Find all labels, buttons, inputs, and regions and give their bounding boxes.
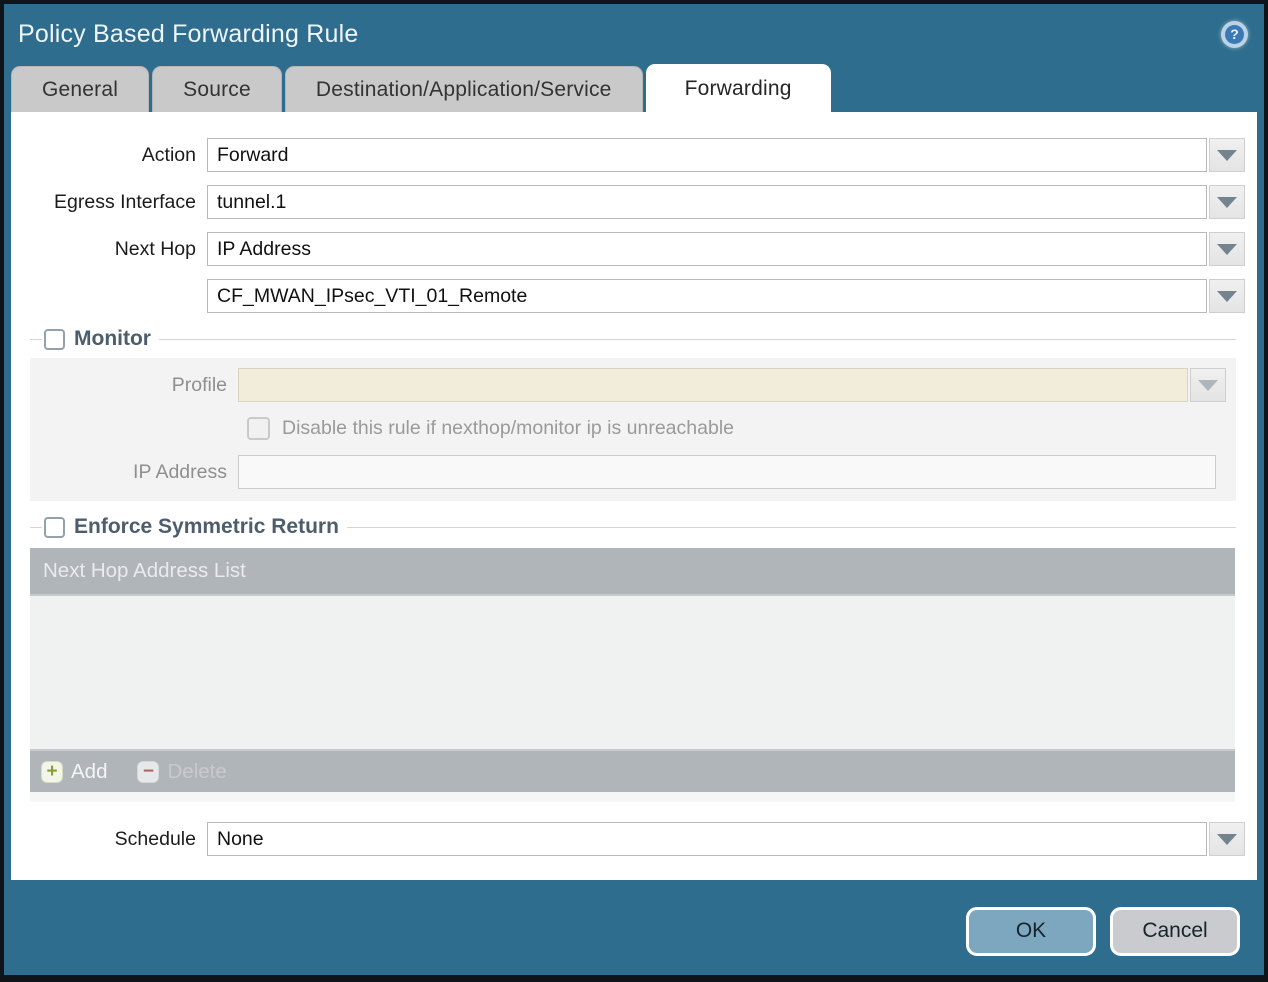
chevron-down-icon [1217, 833, 1237, 845]
monitor-ip-address-label: IP Address [133, 460, 227, 483]
dialog-titlebar: Policy Based Forwarding Rule ? [4, 4, 1264, 64]
dialog-title: Policy Based Forwarding Rule [18, 19, 359, 48]
monitor-group-title: Monitor [74, 327, 151, 350]
ok-button[interactable]: OK [966, 906, 1096, 956]
chevron-down-icon [1217, 196, 1237, 208]
schedule-label: Schedule [114, 827, 196, 850]
profile-label: Profile [171, 373, 227, 396]
egress-interface-select[interactable]: tunnel.1 [207, 185, 1207, 219]
add-button-label: Add [71, 759, 108, 783]
next-hop-address-table: Next Hop Address List + Add − Delete [30, 548, 1235, 802]
delete-button-label: Delete [167, 759, 227, 783]
chevron-down-icon [1217, 243, 1237, 255]
table-body-empty[interactable] [30, 596, 1235, 749]
chevron-down-icon [1217, 290, 1237, 302]
monitor-ip-address-input [238, 455, 1216, 489]
next-hop-type-select[interactable]: IP Address [207, 232, 1207, 266]
pbf-rule-dialog: Policy Based Forwarding Rule ? General S… [0, 0, 1268, 982]
egress-interface-label: Egress Interface [54, 190, 196, 213]
schedule-dropdown-button[interactable] [1209, 822, 1245, 856]
cancel-button[interactable]: Cancel [1110, 906, 1240, 956]
profile-dropdown-button [1190, 368, 1226, 402]
tab-general[interactable]: General [11, 66, 150, 112]
delete-button: − Delete [137, 759, 227, 784]
monitor-group: Monitor Profile Disable this rule if nex… [30, 327, 1236, 501]
monitor-checkbox[interactable] [44, 328, 65, 350]
help-icon-glyph: ? [1225, 24, 1244, 44]
action-label: Action [141, 143, 196, 166]
tab-bar: General Source Destination/Application/S… [4, 64, 1264, 112]
chevron-down-icon [1217, 149, 1237, 161]
tab-destination-application-service[interactable]: Destination/Application/Service [284, 66, 643, 112]
symmetric-return-group: Enforce Symmetric Return Next Hop Addres… [30, 515, 1236, 802]
action-dropdown-button[interactable] [1209, 138, 1245, 172]
enforce-symmetric-return-checkbox[interactable] [44, 516, 65, 538]
next-hop-type-dropdown-button[interactable] [1209, 232, 1245, 266]
next-hop-label: Next Hop [114, 237, 196, 260]
monitor-panel: Profile Disable this rule if nexthop/mon… [30, 358, 1236, 501]
chevron-down-icon [1198, 379, 1218, 391]
action-select[interactable]: Forward [207, 138, 1207, 172]
profile-select [238, 368, 1188, 402]
egress-interface-dropdown-button[interactable] [1209, 185, 1245, 219]
schedule-select[interactable]: None [207, 822, 1207, 856]
table-footer-toolbar: + Add − Delete [30, 749, 1235, 792]
forwarding-tab-panel: Action Forward Egress Interface tunnel.1… [11, 112, 1257, 880]
table-header-row: Next Hop Address List [30, 548, 1235, 596]
delete-minus-icon: − [137, 760, 160, 783]
help-icon[interactable]: ? [1221, 20, 1248, 48]
next-hop-address-dropdown-button[interactable] [1209, 279, 1245, 313]
bottom-accent-line [4, 978, 1264, 982]
disable-rule-label: Disable this rule if nexthop/monitor ip … [282, 417, 734, 439]
tab-source[interactable]: Source [152, 66, 282, 112]
dialog-footer: OK Cancel [4, 880, 1264, 975]
add-plus-icon: + [41, 760, 63, 783]
symmetric-return-group-title: Enforce Symmetric Return [74, 515, 339, 538]
next-hop-address-select[interactable]: CF_MWAN_IPsec_VTI_01_Remote [207, 279, 1207, 313]
tab-forwarding[interactable]: Forwarding [645, 64, 831, 112]
disable-rule-checkbox [247, 417, 270, 440]
table-scroll-strip [30, 792, 1235, 802]
next-hop-address-list-column-header: Next Hop Address List [43, 559, 246, 582]
add-button[interactable]: + Add [41, 760, 107, 784]
